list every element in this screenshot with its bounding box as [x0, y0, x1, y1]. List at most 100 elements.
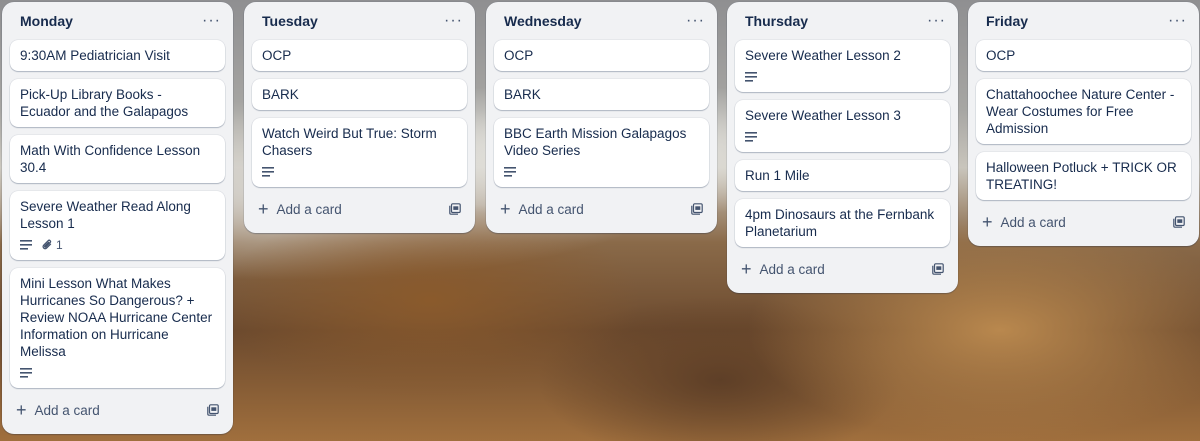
more-horizontal-icon[interactable]: ··· [686, 13, 705, 29]
add-card-group: + Add a card [258, 200, 342, 218]
card-title: Mini Lesson What Makes Hurricanes So Dan… [20, 276, 213, 359]
add-card-group: + Add a card [982, 213, 1066, 231]
card-title: Severe Weather Lesson 2 [745, 48, 901, 63]
card[interactable]: OCP [252, 40, 467, 71]
card-list: OCP BARK Watch Weird But True: Storm Cha… [252, 40, 467, 187]
card[interactable]: Severe Weather Read Along Lesson 1 1 [10, 191, 225, 260]
add-card-group: + Add a card [16, 401, 100, 419]
card-title: BBC Earth Mission Galapagos Video Series [504, 126, 687, 158]
card[interactable]: Halloween Potluck + TRICK OR TREATING! [976, 152, 1191, 200]
list-header: Friday ··· [976, 2, 1191, 40]
add-card-button[interactable]: + Add a card [252, 193, 467, 225]
list-header: Monday ··· [10, 2, 225, 40]
plus-icon: + [16, 400, 27, 420]
plus-icon: + [741, 259, 752, 279]
card-title: BARK [262, 87, 299, 102]
add-card-label: Add a card [759, 261, 825, 277]
card-list: OCP Chattahoochee Nature Center - Wear C… [976, 40, 1191, 200]
card-title: 4pm Dinosaurs at the Fernbank Planetariu… [745, 207, 935, 239]
add-card-button[interactable]: + Add a card [494, 193, 709, 225]
list-title[interactable]: Friday [986, 13, 1028, 29]
card-title: OCP [986, 48, 1016, 63]
list-title[interactable]: Thursday [745, 13, 808, 29]
list-title[interactable]: Wednesday [504, 13, 582, 29]
add-card-label: Add a card [34, 402, 100, 418]
add-card-group: + Add a card [741, 260, 825, 278]
card-template-icon[interactable] [1173, 216, 1185, 228]
list-header: Thursday ··· [735, 2, 950, 40]
list-friday: Friday ··· OCP Chattahoochee Nature Cent… [968, 2, 1199, 246]
add-card-label: Add a card [1000, 214, 1066, 230]
card[interactable]: Watch Weird But True: Storm Chasers [252, 118, 467, 187]
description-icon [20, 240, 32, 250]
add-card-button[interactable]: + Add a card [10, 394, 225, 426]
add-card-label: Add a card [518, 201, 584, 217]
list-header: Wednesday ··· [494, 2, 709, 40]
plus-icon: + [258, 199, 269, 219]
card-title: Watch Weird But True: Storm Chasers [262, 126, 437, 158]
plus-icon: + [500, 199, 511, 219]
card[interactable]: BARK [494, 79, 709, 110]
more-horizontal-icon[interactable]: ··· [202, 13, 221, 29]
card-title: OCP [262, 48, 292, 63]
card-title: 9:30AM Pediatrician Visit [20, 48, 170, 63]
more-horizontal-icon[interactable]: ··· [444, 13, 463, 29]
card[interactable]: Mini Lesson What Makes Hurricanes So Dan… [10, 268, 225, 388]
card-list: OCP BARK BBC Earth Mission Galapagos Vid… [494, 40, 709, 187]
card[interactable]: BBC Earth Mission Galapagos Video Series [494, 118, 709, 187]
card[interactable]: Math With Confidence Lesson 30.4 [10, 135, 225, 183]
card-template-icon[interactable] [449, 203, 461, 215]
card[interactable]: Chattahoochee Nature Center - Wear Costu… [976, 79, 1191, 144]
card-badges [20, 365, 215, 381]
card-list: 9:30AM Pediatrician Visit Pick-Up Librar… [10, 40, 225, 388]
card-title: BARK [504, 87, 541, 102]
add-card-group: + Add a card [500, 200, 584, 218]
card[interactable]: BARK [252, 79, 467, 110]
card-title: Math With Confidence Lesson 30.4 [20, 143, 201, 175]
description-icon [745, 72, 757, 82]
description-icon [745, 132, 757, 142]
list-wednesday: Wednesday ··· OCP BARK BBC Earth Mission… [486, 2, 717, 233]
card[interactable]: OCP [976, 40, 1191, 71]
list-monday: Monday ··· 9:30AM Pediatrician Visit Pic… [2, 2, 233, 434]
card-title: Chattahoochee Nature Center - Wear Costu… [986, 87, 1175, 136]
card-template-icon[interactable] [207, 404, 219, 416]
add-card-button[interactable]: + Add a card [735, 253, 950, 285]
card-badges [262, 164, 457, 180]
add-card-button[interactable]: + Add a card [976, 206, 1191, 238]
card-list: Severe Weather Lesson 2 Severe Weather L… [735, 40, 950, 247]
card[interactable]: 9:30AM Pediatrician Visit [10, 40, 225, 71]
card[interactable]: Run 1 Mile [735, 160, 950, 191]
card-badges [745, 69, 940, 85]
list-tuesday: Tuesday ··· OCP BARK Watch Weird But Tru… [244, 2, 475, 233]
card[interactable]: OCP [494, 40, 709, 71]
card[interactable]: Severe Weather Lesson 2 [735, 40, 950, 92]
card-title: Severe Weather Read Along Lesson 1 [20, 199, 191, 231]
card-badges [745, 129, 940, 145]
description-icon [504, 167, 516, 177]
paperclip-icon [42, 239, 52, 250]
card[interactable]: 4pm Dinosaurs at the Fernbank Planetariu… [735, 199, 950, 247]
add-card-label: Add a card [276, 201, 342, 217]
list-title[interactable]: Tuesday [262, 13, 318, 29]
card[interactable]: Pick-Up Library Books - Ecuador and the … [10, 79, 225, 127]
plus-icon: + [982, 212, 993, 232]
card-title: Severe Weather Lesson 3 [745, 108, 901, 123]
more-horizontal-icon[interactable]: ··· [1168, 13, 1187, 29]
card-title: Run 1 Mile [745, 168, 810, 183]
attachment-count: 1 [56, 238, 63, 252]
card-title: Halloween Potluck + TRICK OR TREATING! [986, 160, 1177, 192]
card-badges: 1 [20, 237, 215, 253]
card-template-icon[interactable] [691, 203, 703, 215]
more-horizontal-icon[interactable]: ··· [927, 13, 946, 29]
description-icon [20, 368, 32, 378]
card-badges [504, 164, 699, 180]
card-template-icon[interactable] [932, 263, 944, 275]
attachment-badge: 1 [42, 238, 63, 252]
description-icon [262, 167, 274, 177]
list-thursday: Thursday ··· Severe Weather Lesson 2 Sev… [727, 2, 958, 293]
card[interactable]: Severe Weather Lesson 3 [735, 100, 950, 152]
list-title[interactable]: Monday [20, 13, 73, 29]
board: Monday ··· 9:30AM Pediatrician Visit Pic… [0, 0, 1200, 441]
card-title: Pick-Up Library Books - Ecuador and the … [20, 87, 189, 119]
